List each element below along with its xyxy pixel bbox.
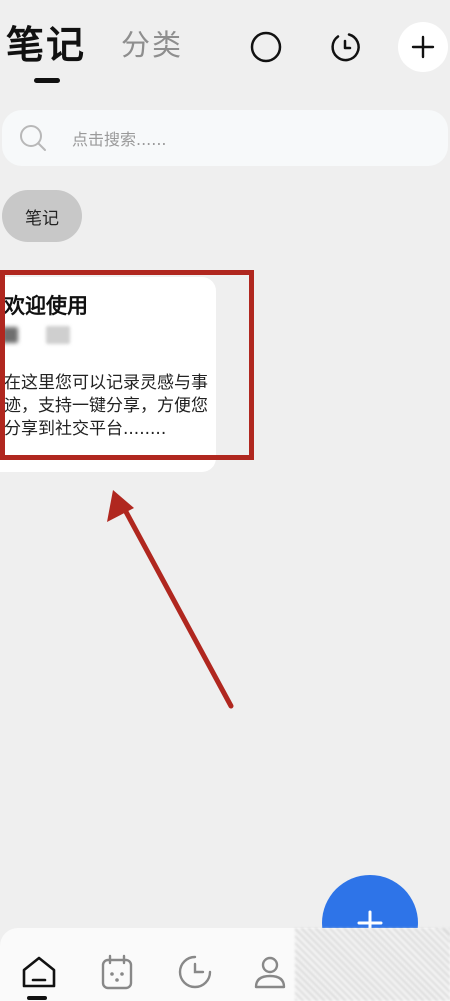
tab-active-indicator <box>34 78 60 83</box>
home-icon <box>22 956 56 988</box>
nav-active-indicator <box>27 996 47 1000</box>
tab-notes[interactable]: 笔记 <box>6 14 86 69</box>
clock-icon[interactable] <box>328 30 362 64</box>
search-bar[interactable]: 点击搜索...... <box>2 110 448 166</box>
search-input[interactable]: 点击搜索...... <box>72 126 167 150</box>
circle-icon[interactable] <box>249 30 283 64</box>
nav-statistics[interactable] <box>173 950 217 994</box>
plus-icon <box>411 35 435 59</box>
profile-icon <box>254 956 286 989</box>
annotation-highlight-box <box>0 270 254 460</box>
nav-home[interactable] <box>17 950 61 994</box>
pie-chart-icon <box>178 955 212 989</box>
watermark-overlay <box>295 928 450 1001</box>
tab-categories[interactable]: 分类 <box>121 22 183 64</box>
nav-calendar[interactable] <box>95 950 139 994</box>
search-icon <box>20 125 46 151</box>
nav-profile[interactable] <box>248 950 292 994</box>
add-note-button[interactable] <box>398 22 448 72</box>
calendar-icon <box>101 954 133 990</box>
filter-chip-notes[interactable]: 笔记 <box>2 190 82 242</box>
